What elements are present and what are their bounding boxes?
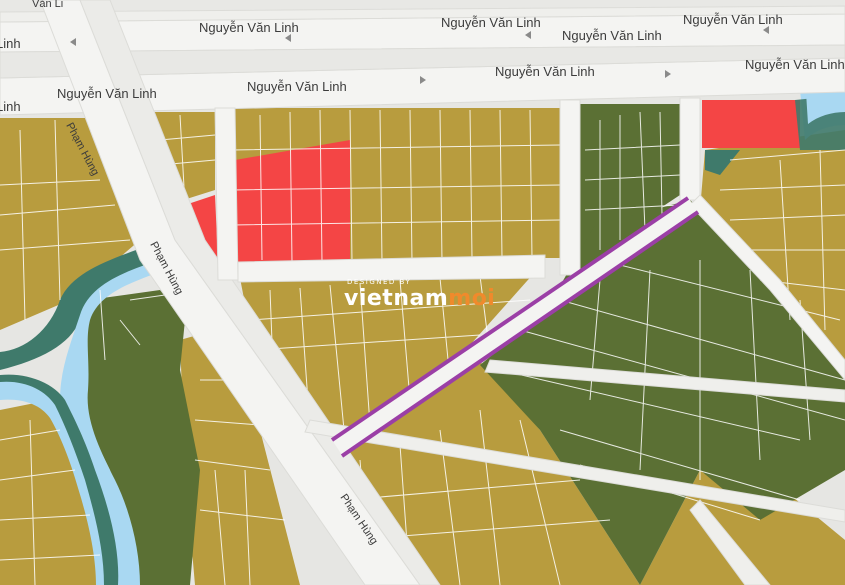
street-label-nguyen-van-linh: Nguyễn Văn Linh	[683, 12, 783, 27]
watermark-brand-accent: moi	[448, 286, 495, 311]
map-canvas[interactable]: Nguyễn Văn Linh Nguyễn Văn Linh Nguyễn V…	[0, 0, 845, 585]
street-label-nguyen-van-linh: Nguyễn Văn Linh	[562, 28, 662, 43]
street-label-nguyen-van-linh: Nguyễn Văn Linh	[441, 15, 541, 30]
street-label-nguyen-van-linh: Nguyễn Văn Linh	[495, 64, 595, 79]
land-use-map[interactable]: Nguyễn Văn Linh Nguyễn Văn Linh Nguyễn V…	[0, 0, 845, 585]
watermark-brand: vietnammoi	[344, 286, 495, 311]
street-label-nguyen-van-linh: Nguyễn Văn Linh	[247, 79, 347, 94]
street-label-cut-top: Văn Li	[32, 0, 63, 10]
watermark-designed-by: DESIGNED BY	[347, 278, 411, 286]
street-label-nguyen-van-linh: Nguyễn Văn Linh	[57, 86, 157, 101]
street-label-nguyen-van-linh: Nguyễn Văn Linh	[199, 20, 299, 35]
street-label-cut-left: Linh	[0, 99, 21, 114]
street-label-cut-left: Linh	[0, 36, 21, 51]
watermark-brand-main: vietnam	[344, 286, 448, 311]
street-label-nguyen-van-linh: Nguyễn Văn Linh	[745, 57, 845, 72]
